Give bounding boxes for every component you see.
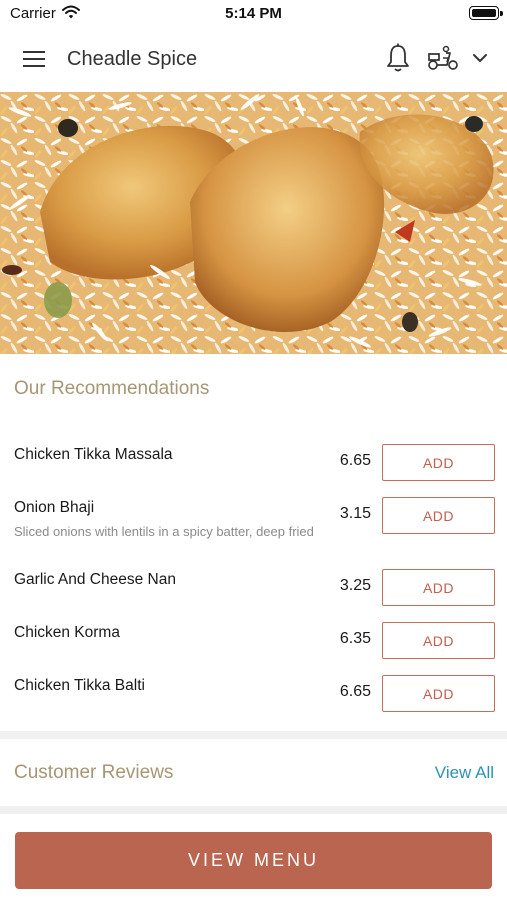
hamburger-menu-icon[interactable] (18, 46, 48, 72)
menu-item-price: 6.65 (339, 452, 371, 469)
add-button[interactable]: ADD (382, 444, 495, 481)
status-bar: Carrier 5:14 PM (0, 0, 507, 28)
chevron-down-icon[interactable] (468, 48, 492, 68)
app-header: Cheadle Spice (0, 28, 507, 92)
menu-item-price: 6.35 (339, 630, 371, 647)
add-button[interactable]: ADD (382, 497, 495, 534)
reviews-title: Customer Reviews (14, 762, 174, 783)
menu-item-price: 3.15 (339, 505, 371, 522)
menu-item-name: Garlic And Cheese Nan (14, 571, 176, 588)
menu-item-price: 6.65 (339, 683, 371, 700)
section-divider (0, 806, 507, 814)
battery-icon (469, 6, 503, 20)
restaurant-title: Cheadle Spice (67, 48, 198, 70)
bell-icon[interactable] (383, 42, 413, 74)
section-divider (0, 731, 507, 739)
add-button[interactable]: ADD (382, 569, 495, 606)
menu-item-price: 3.25 (339, 577, 371, 594)
menu-item-name: Chicken Tikka Balti (14, 677, 145, 694)
menu-item-name: Chicken Korma (14, 624, 120, 641)
recommendations-title: Our Recommendations (14, 378, 210, 399)
hero-food-image (0, 92, 507, 354)
menu-item-name: Onion Bhaji (14, 499, 95, 516)
bottom-action-bar: VIEW MENU (0, 820, 507, 900)
add-button[interactable]: ADD (382, 675, 495, 712)
scooter-icon[interactable] (426, 44, 460, 72)
view-menu-button[interactable]: VIEW MENU (15, 832, 492, 889)
menu-item-description: Sliced onions with lentils in a spicy ba… (14, 524, 314, 539)
add-button[interactable]: ADD (382, 622, 495, 659)
clock: 5:14 PM (225, 5, 282, 22)
menu-item-name: Chicken Tikka Massala (14, 446, 173, 463)
view-all-reviews-link[interactable]: View All (435, 763, 494, 783)
